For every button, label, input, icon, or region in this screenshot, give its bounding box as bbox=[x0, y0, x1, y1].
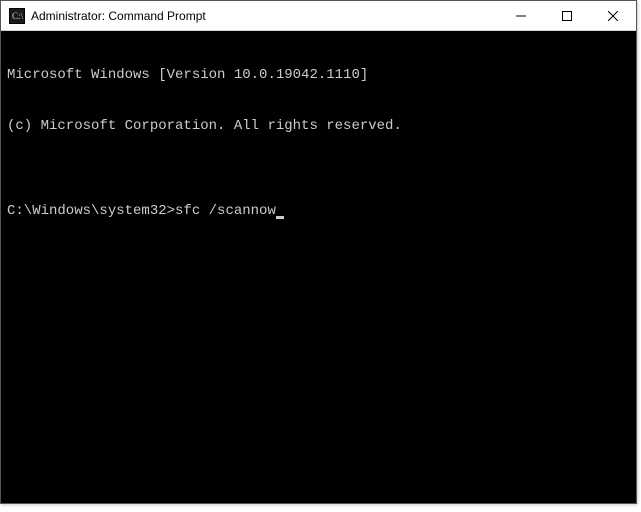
close-button[interactable] bbox=[590, 1, 636, 30]
terminal-area[interactable]: Microsoft Windows [Version 10.0.19042.11… bbox=[1, 31, 636, 503]
window-controls bbox=[498, 1, 636, 30]
cursor-icon bbox=[276, 216, 284, 219]
terminal-line: (c) Microsoft Corporation. All rights re… bbox=[7, 118, 630, 135]
prompt-line: C:\Windows\system32>sfc /scannow bbox=[7, 203, 630, 220]
prompt-text: C:\Windows\system32> bbox=[7, 203, 175, 220]
close-icon bbox=[608, 11, 618, 21]
svg-text:C:\: C:\ bbox=[12, 11, 24, 21]
command-input[interactable]: sfc /scannow bbox=[175, 203, 276, 220]
minimize-button[interactable] bbox=[498, 1, 544, 30]
cmd-prompt-icon: C:\ bbox=[9, 8, 25, 24]
maximize-icon bbox=[562, 11, 572, 21]
command-prompt-window: C:\ Administrator: Command Prompt bbox=[0, 0, 637, 504]
maximize-button[interactable] bbox=[544, 1, 590, 30]
window-title: Administrator: Command Prompt bbox=[31, 9, 498, 23]
titlebar: C:\ Administrator: Command Prompt bbox=[1, 1, 636, 31]
terminal-line: Microsoft Windows [Version 10.0.19042.11… bbox=[7, 67, 630, 84]
minimize-icon bbox=[516, 11, 526, 21]
